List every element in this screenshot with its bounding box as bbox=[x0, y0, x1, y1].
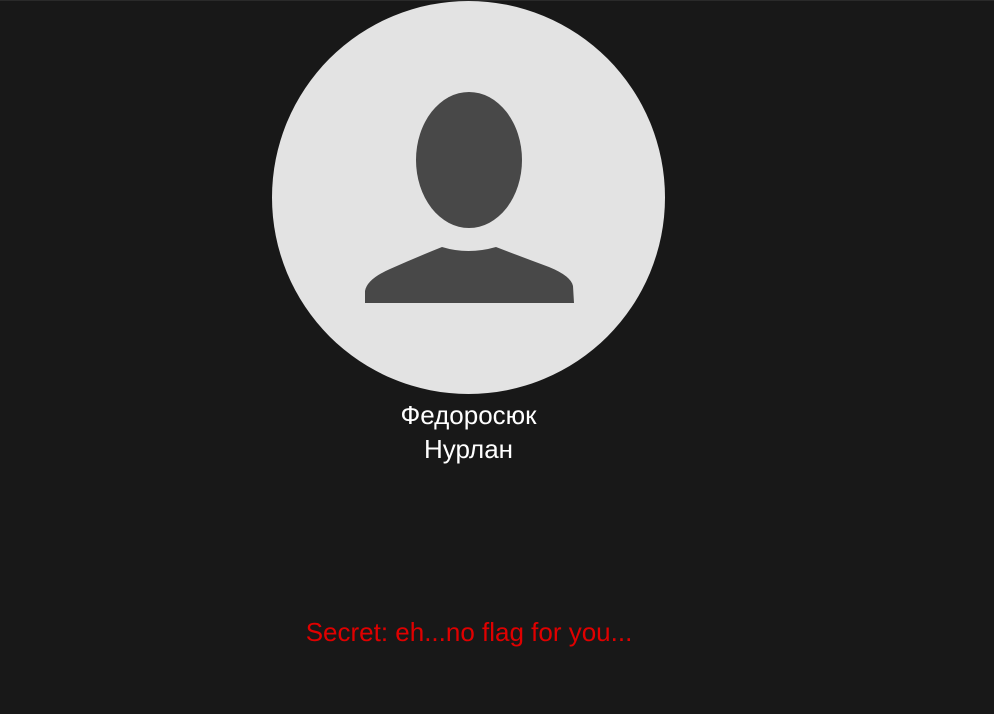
user-first-name: Нурлан bbox=[423, 434, 514, 464]
avatar bbox=[272, 1, 665, 394]
user-silhouette-icon bbox=[365, 92, 574, 303]
secret-message: Secret: eh...no flag for you... bbox=[305, 617, 633, 647]
user-last-name: Федоросюк bbox=[400, 400, 537, 430]
avatar-head bbox=[416, 92, 522, 228]
avatar-shoulders bbox=[365, 247, 574, 303]
user-name: Федоросюк Нурлан bbox=[272, 398, 665, 466]
profile-page: Федоросюк Нурлан Secret: eh...no flag fo… bbox=[0, 0, 994, 714]
